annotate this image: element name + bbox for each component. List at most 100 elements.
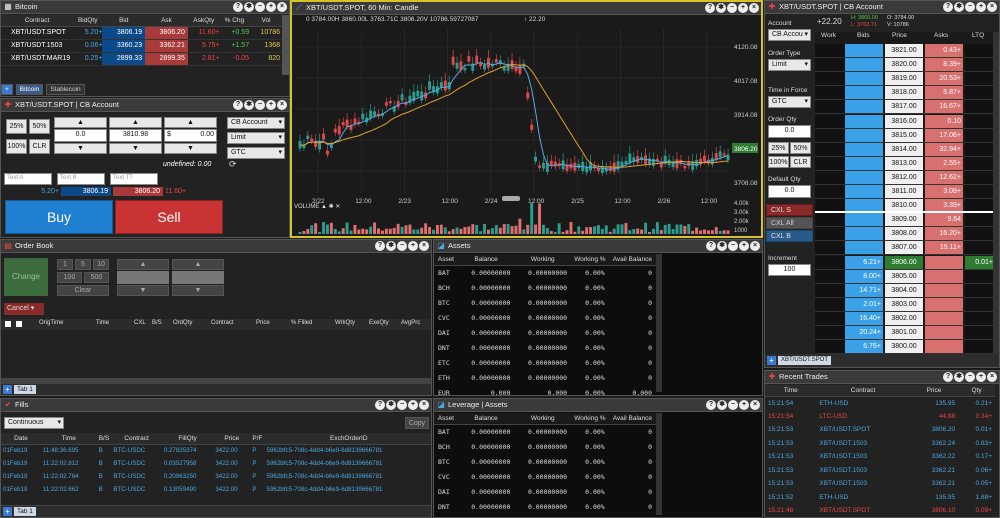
dom-scrollbar[interactable]	[993, 32, 999, 354]
asset-col[interactable]: Balance	[457, 413, 515, 425]
qty-1-button[interactable]: 1	[57, 259, 73, 270]
fills-row[interactable]: 01Feb19 11:22:02.764 B BTC-USDC 0.20963250 34…	[1, 470, 431, 483]
dom-ask-cell[interactable]: 32.94+	[925, 142, 963, 156]
asset-col[interactable]: Working	[514, 413, 572, 425]
copy-button[interactable]: Copy	[405, 417, 429, 429]
orderbook-col[interactable]: AvgPrc	[401, 320, 420, 326]
asset-row[interactable]: ETH 0.00000000 0.00000000 0.00% 0	[434, 370, 656, 385]
text-tt-input[interactable]: Text TT	[110, 173, 158, 185]
col-price[interactable]: Price	[909, 385, 959, 397]
cxl-sell-button[interactable]: CXL S	[766, 204, 813, 216]
refresh-icon[interactable]: ⟳	[229, 159, 237, 170]
asset-row[interactable]: DAI 0.00000000 0.00000000 0.00% 0	[434, 325, 656, 340]
watchlist-row[interactable]: XBT/USDT.1503 0.06+ 3360.23 3362.21 5.75+ +1.…	[1, 39, 283, 52]
asset-col[interactable]: Asset	[434, 254, 458, 266]
sell-button[interactable]: Sell	[115, 200, 223, 234]
settings-icon[interactable]: ✱	[716, 3, 726, 13]
dom-row[interactable]: 3813.00 2.55+	[815, 156, 995, 171]
maximize-icon[interactable]: +	[266, 100, 276, 110]
dom-ask-cell[interactable]: 20.53+	[925, 72, 963, 86]
text-b-input[interactable]: Text B	[57, 173, 105, 185]
dom-qty-50-button[interactable]: 50%	[790, 142, 811, 154]
dom-price-cell[interactable]: 3820.00	[885, 58, 923, 72]
orderbook-col[interactable]: Price	[256, 320, 270, 326]
dom-bid-cell[interactable]	[845, 213, 883, 227]
dom-price-cell[interactable]: 3808.00	[885, 227, 923, 241]
fills-col[interactable]: Date	[1, 433, 41, 445]
fills-col[interactable]: Time	[40, 433, 97, 445]
recent-row[interactable]: 15:21:53 XBT/USDT.1503 3362.24 0.83+	[765, 437, 995, 451]
dom-tif-select[interactable]: GTC	[768, 96, 811, 108]
dom-ask-cell[interactable]	[925, 283, 963, 297]
col-contract[interactable]: Contract	[1, 15, 73, 27]
fills-col[interactable]: Contract	[111, 433, 162, 445]
dom-price-cell[interactable]: 3817.00	[885, 100, 923, 114]
minimize-icon[interactable]: −	[728, 400, 738, 410]
dom-ask-cell[interactable]: 2.55+	[925, 156, 963, 170]
dom-work-cell[interactable]	[815, 44, 845, 57]
dom-bid-cell[interactable]: 14.71+	[845, 283, 883, 297]
dom-row[interactable]: 16.40+ 3802.00	[815, 311, 995, 326]
dom-ask-cell[interactable]	[925, 326, 963, 339]
watchlist-scrollbar[interactable]	[282, 15, 289, 75]
asset-col[interactable]: Balance	[457, 254, 515, 266]
dom-price-cell[interactable]: 3807.00	[885, 241, 923, 255]
minimize-icon[interactable]: −	[965, 2, 975, 12]
orderbook-tab-1[interactable]: Tab 1	[14, 385, 36, 394]
fills-col[interactable]: ExchOrderID	[264, 433, 431, 445]
dom-row[interactable]: 3819.00 20.53+	[815, 72, 995, 87]
settings-icon[interactable]: ✱	[717, 400, 727, 410]
help-icon[interactable]: ?	[706, 241, 716, 251]
dom-price-cell[interactable]: 3811.00	[885, 185, 923, 198]
dom-work-cell[interactable]	[815, 241, 845, 255]
fills-col[interactable]: Price	[213, 433, 251, 445]
recent-row[interactable]: 15:21:53 XBT/USDT.1503 3362.22 0.17+	[765, 450, 995, 464]
dom-work-cell[interactable]	[815, 185, 845, 198]
help-icon[interactable]: ?	[943, 2, 953, 12]
tab-bitcoin[interactable]: Bitcoin	[15, 84, 44, 95]
dom-row[interactable]: 3815.00 17.06+	[815, 128, 995, 143]
qty-5-button[interactable]: 5	[75, 259, 91, 270]
dom-row[interactable]: 3821.00 0.43+	[815, 44, 995, 58]
recent-row[interactable]: 15:21:48 XBT/USDT.SPOT 3806.10 0.09+	[765, 504, 995, 517]
orderbook-col[interactable]: Time	[96, 320, 109, 326]
dom-work-cell[interactable]	[815, 170, 845, 184]
col-qty[interactable]: Qty	[958, 385, 995, 397]
close-icon[interactable]: ×	[419, 400, 429, 410]
dom-row[interactable]: 3818.00 5.87+	[815, 86, 995, 101]
help-icon[interactable]: ?	[375, 241, 385, 251]
dom-ask-cell[interactable]: 3.08+	[925, 185, 963, 198]
fills-col[interactable]: FillQty	[161, 433, 214, 445]
dom-bid-cell[interactable]	[845, 185, 883, 198]
help-icon[interactable]: ?	[233, 2, 243, 12]
asset-row[interactable]: BAT 0.00000000 0.00000000 0.00% 0	[434, 424, 656, 439]
dom-work-cell[interactable]	[815, 128, 845, 142]
dom-bid-cell[interactable]	[845, 114, 883, 128]
cxl-buy-button[interactable]: CXL B	[766, 230, 813, 242]
default-qty-input[interactable]: 0.0	[768, 185, 811, 198]
minimize-icon[interactable]: −	[397, 400, 407, 410]
ob-qty-field[interactable]	[117, 271, 169, 284]
fills-row[interactable]: 01Feb19 11:22:02.812 B BTC-USDC 0.03527958 34…	[1, 457, 431, 470]
watchlist-row[interactable]: XBT/USDT.MAR19 0.25+ 2899.33 2899.35 2.81+ -0…	[1, 52, 283, 65]
dom-row[interactable]: 6.21+ 3806.00 0.01+	[815, 255, 995, 270]
dom-work-cell[interactable]	[815, 297, 845, 311]
qty-500-button[interactable]: 500	[84, 272, 109, 283]
maximize-icon[interactable]: +	[976, 2, 986, 12]
asset-col[interactable]: Asset	[434, 413, 458, 425]
dom-ask-cell[interactable]: 17.06+	[925, 128, 963, 142]
dom-bid-cell[interactable]: 6.76+	[845, 340, 883, 354]
dom-ask-cell[interactable]: 8.39+	[925, 58, 963, 72]
dom-order-qty-input[interactable]: 0.0	[768, 125, 811, 138]
amount-down-arrow[interactable]: ▼	[164, 143, 217, 154]
dom-price-cell[interactable]: 3812.00	[885, 170, 923, 184]
orderbook-col[interactable]: Contract	[211, 320, 234, 326]
minimize-icon[interactable]: −	[397, 241, 407, 251]
help-icon[interactable]: ?	[943, 372, 953, 382]
dom-row[interactable]: 3808.00 16.20+	[815, 227, 995, 242]
settings-icon[interactable]: ✱	[386, 241, 396, 251]
dom-price-cell[interactable]: 3809.00	[885, 213, 923, 227]
asset-col[interactable]: Avail Balance	[608, 254, 656, 266]
settings-icon[interactable]: ✱	[954, 2, 964, 12]
orderbook-col[interactable]: OrdQty	[173, 320, 192, 326]
